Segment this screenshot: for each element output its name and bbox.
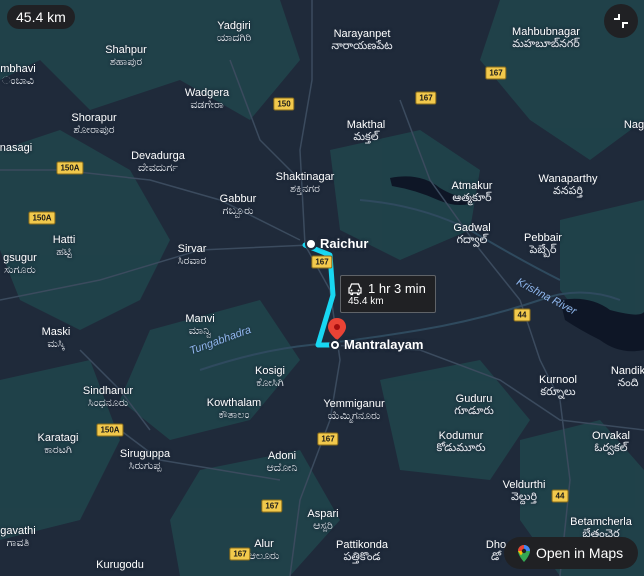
place-label: Kurugodu [96, 559, 144, 571]
place-label: Guduru గూడూరు [454, 393, 494, 417]
distance-badge: 45.4 km [7, 5, 75, 29]
place-label: Nag [623, 119, 644, 131]
place-label: Gabbur ಗಬ್ಬೂರು [219, 193, 257, 217]
open-in-maps-button[interactable]: Open in Maps [504, 537, 638, 569]
place-label: Nandik నంది [610, 365, 644, 389]
place-label: Manvi ಮಾನ್ವಿ [185, 313, 215, 337]
origin-marker-icon[interactable] [304, 237, 318, 251]
map-base [0, 0, 644, 576]
destination-label: Mantralayam [344, 337, 424, 352]
place-label: Karatagi ಕಾರಟಗಿ [37, 432, 79, 456]
place-label: Gadwal గద్వాల్ [453, 222, 491, 246]
place-label: Maski ಮಸ್ಕಿ [41, 326, 71, 350]
place-label: Adoni ಆದೋನಿ [266, 450, 298, 474]
highway-shield: 167 [311, 255, 333, 269]
highway-shield: 167 [317, 432, 339, 446]
place-label: Siruguppa ಸಿರುಗುಪ್ಪ [119, 448, 171, 472]
highway-shield: 150A [28, 211, 56, 225]
car-icon [348, 283, 362, 296]
destination-dot-icon [329, 339, 341, 351]
place-label: Shorapur ಶೋರಾಪುರ [71, 112, 117, 136]
place-label: Kowthalam ಕೌತಾಲಂ [206, 397, 262, 421]
place-label: Kodumur కోడుమూరు [436, 430, 486, 454]
place-label: mbhaviಂಬಾವಿ [0, 63, 36, 87]
highway-shield: 150 [273, 97, 295, 111]
place-label: Aspari ಆಸ್ಪರಿ [307, 508, 339, 532]
place-label: gsugur ಸುಗೂರು [3, 252, 37, 276]
place-label: gavathi ಗಾವತಿ [0, 525, 36, 549]
place-label: Pattikonda పత్తికొండ [336, 539, 388, 563]
fullscreen-exit-button[interactable] [604, 4, 638, 38]
place-label: Alur ಆಲೂರು [248, 538, 280, 562]
place-label: Sirvar ಸಿರವಾರ [177, 243, 207, 267]
place-label: Mahbubnagar మహబూబ్‌నగర్ [512, 26, 580, 50]
highway-shield: 150A [56, 161, 84, 175]
place-label: Devadurga ದೇವದುರ್ಗ [131, 150, 185, 174]
highway-shield: 167 [485, 66, 507, 80]
place-label: Wanaparthy వనపర్తి [538, 173, 598, 197]
route-info-box[interactable]: 1 hr 3 min 45.4 km [340, 275, 436, 313]
place-label: Orvakal ఓర్వకల్ [592, 430, 630, 454]
place-label: Shahpur ಶಹಾಪುರ [105, 44, 147, 68]
place-label: Shaktinagar ಶಕ್ತಿನಗರ [275, 171, 335, 195]
place-label: Narayanpet నారాయణపేట [331, 28, 393, 52]
highway-shield: 44 [551, 489, 569, 503]
origin-label: Raichur [320, 236, 369, 251]
route-time: 1 hr 3 min [368, 281, 426, 296]
place-label: Wadgera ವಡಗೇರಾ [184, 87, 230, 111]
place-label: Sindhanur ಸಿಂಧನೂರು [82, 385, 134, 409]
place-label: Veldurthi వెల్దుర్తి [502, 479, 546, 503]
fullscreen-exit-icon [614, 14, 628, 28]
place-label: Kosigi ಕೋಸಿಗಿ [255, 365, 285, 389]
highway-shield: 44 [513, 308, 531, 322]
highway-shield: 167 [229, 547, 251, 561]
place-label: Atmakur ఆత్మకూర్ [451, 180, 493, 204]
place-label: Kurnool కర్నూలు [539, 374, 577, 398]
route-distance: 45.4 km [348, 296, 384, 307]
place-label: Pebbair పెబ్బేర్ [524, 232, 562, 256]
highway-shield: 167 [415, 91, 437, 105]
highway-shield: 150A [96, 423, 124, 437]
map-view[interactable]: Yadgiri ಯಾದಗಿರಿ Narayanpet నారాయణపేట Mahbu… [0, 0, 644, 576]
highway-shield: 167 [261, 499, 283, 513]
place-label: Yadgiri ಯಾದಗಿರಿ [216, 20, 252, 44]
place-label: Yemmiganur ಯೆಮ್ಮಿಗನೂರು [323, 398, 385, 422]
open-in-maps-label: Open in Maps [536, 545, 624, 561]
place-label: Hatti ಹಟ್ಟಿ [52, 234, 76, 258]
place-label: nasagi [0, 142, 33, 154]
google-maps-pin-icon [518, 544, 530, 562]
place-label: Makthal మక్తల్ [346, 119, 386, 143]
